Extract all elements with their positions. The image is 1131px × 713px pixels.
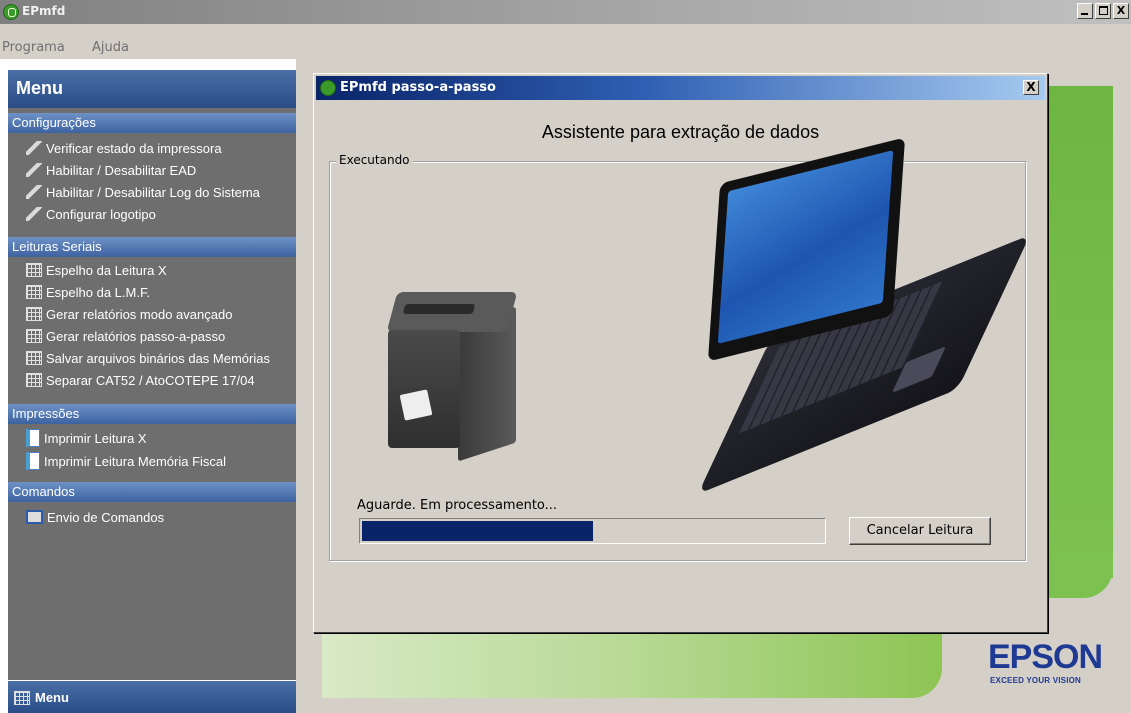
pen-icon — [26, 163, 42, 177]
menubar: Programa Ajuda — [0, 24, 1131, 59]
groupbox-label: Executando — [336, 153, 413, 167]
sidebar-item-label: Configurar logotipo — [46, 206, 156, 222]
monitor-icon — [26, 510, 43, 524]
maximize-icon — [1099, 6, 1108, 15]
sidebar-item-configurar-logotipo[interactable]: Configurar logotipo — [26, 204, 156, 224]
sidebar-header: Menu — [8, 70, 296, 108]
grid-icon — [26, 351, 42, 365]
minimize-icon — [1081, 13, 1088, 15]
minimize-button[interactable] — [1077, 3, 1093, 19]
sidebar-item-relatorios-passo-a-passo[interactable]: Gerar relatórios passo-a-passo — [26, 326, 225, 346]
sidebar-item-imprimir-memoria-fiscal[interactable]: Imprimir Leitura Memória Fiscal — [26, 451, 226, 471]
sidebar-item-label: Separar CAT52 / AtoCOTEPE 17/04 — [46, 372, 255, 388]
sidebar-item-envio-comandos[interactable]: Envio de Comandos — [26, 507, 164, 527]
pen-icon — [26, 207, 42, 221]
progress-bar — [359, 518, 826, 544]
sidebar-item-verificar-estado[interactable]: Verificar estado da impressora — [26, 138, 222, 158]
sidebar-item-imprimir-leitura-x[interactable]: Imprimir Leitura X — [26, 428, 147, 448]
grid-icon — [26, 263, 42, 277]
page-icon — [26, 452, 40, 470]
maximize-button[interactable] — [1095, 3, 1111, 19]
laptop-illustration — [697, 137, 1031, 495]
app-titlebar: EPmfd X — [0, 0, 1131, 24]
menu-ajuda[interactable]: Ajuda — [92, 40, 129, 55]
sidebar-item-label: Espelho da L.M.F. — [46, 284, 151, 300]
dialog-titlebar: EPmfd passo-a-passo X — [316, 76, 1045, 100]
sidebar-item-label: Gerar relatórios passo-a-passo — [46, 328, 226, 344]
sidebar-item-salvar-binarios[interactable]: Salvar arquivos binários das Memórias — [26, 348, 270, 368]
decorative-green-band — [322, 633, 942, 698]
sidebar-item-label: Espelho da Leitura X — [46, 262, 167, 278]
app-title: EPmfd — [22, 4, 66, 18]
sidebar-footer-label: Menu — [35, 690, 69, 705]
sidebar-item-label: Gerar relatórios modo avançado — [46, 306, 233, 322]
section-comandos[interactable]: Comandos — [8, 482, 296, 502]
wizard-dialog: EPmfd passo-a-passo X Assistente para ex… — [313, 73, 1048, 633]
sidebar-item-label: Verificar estado da impressora — [46, 140, 222, 156]
sidebar-item-espelho-lmf[interactable]: Espelho da L.M.F. — [26, 282, 150, 302]
pen-icon — [26, 185, 42, 199]
printer-illustration — [382, 292, 522, 470]
sidebar-item-habilitar-ead[interactable]: Habilitar / Desabilitar EAD — [26, 160, 196, 180]
epmfd-app-icon — [3, 4, 19, 20]
close-button[interactable]: X — [1113, 3, 1129, 19]
menu-programa[interactable]: Programa — [2, 40, 65, 55]
sidebar-item-espelho-leitura-x[interactable]: Espelho da Leitura X — [26, 260, 167, 280]
sidebar-item-label: Habilitar / Desabilitar EAD — [46, 162, 197, 178]
dialog-close-button[interactable]: X — [1023, 80, 1039, 95]
decorative-green-panel — [1045, 86, 1113, 598]
epmfd-app-icon — [320, 80, 336, 96]
sidebar-item-label: Imprimir Leitura Memória Fiscal — [44, 453, 227, 469]
dialog-title: EPmfd passo-a-passo — [340, 80, 496, 95]
sidebar-item-label: Envio de Comandos — [47, 509, 165, 525]
sidebar-title: Menu — [16, 78, 63, 98]
grid-icon — [26, 373, 42, 387]
sidebar-item-label: Habilitar / Desabilitar Log do Sistema — [46, 184, 260, 200]
page-icon — [26, 429, 40, 447]
section-leituras-seriais[interactable]: Leituras Seriais — [8, 237, 296, 257]
sidebar-item-relatorios-avancado[interactable]: Gerar relatórios modo avançado — [26, 304, 232, 324]
epson-tagline: EXCEED YOUR VISION — [990, 676, 1082, 685]
grid-icon — [14, 691, 30, 705]
sidebar-item-separar-cat52[interactable]: Separar CAT52 / AtoCOTEPE 17/04 — [26, 370, 255, 390]
sidebar-footer-menu[interactable]: Menu — [8, 680, 296, 713]
sidebar-item-label: Imprimir Leitura X — [44, 430, 147, 446]
window-controls: X — [1077, 3, 1129, 19]
sidebar-item-habilitar-log[interactable]: Habilitar / Desabilitar Log do Sistema — [26, 182, 260, 202]
cancel-reading-button[interactable]: Cancelar Leitura — [849, 517, 991, 545]
grid-icon — [26, 285, 42, 299]
progress-fill — [362, 521, 593, 541]
section-impressoes[interactable]: Impressões — [8, 404, 296, 424]
epson-logo: EPSON EXCEED YOUR VISION — [988, 640, 1108, 690]
section-configuracoes[interactable]: Configurações — [8, 113, 296, 133]
epson-logo-text: EPSON — [988, 638, 1103, 676]
dialog-heading: Assistente para extração de dados — [541, 122, 820, 142]
grid-icon — [26, 329, 42, 343]
pen-icon — [26, 141, 42, 155]
sidebar: Menu Configurações Verificar estado da i… — [8, 70, 296, 713]
sidebar-item-label: Salvar arquivos binários das Memórias — [46, 350, 270, 366]
grid-icon — [26, 307, 42, 321]
processing-status: Aguarde. Em processamento... — [357, 498, 558, 513]
